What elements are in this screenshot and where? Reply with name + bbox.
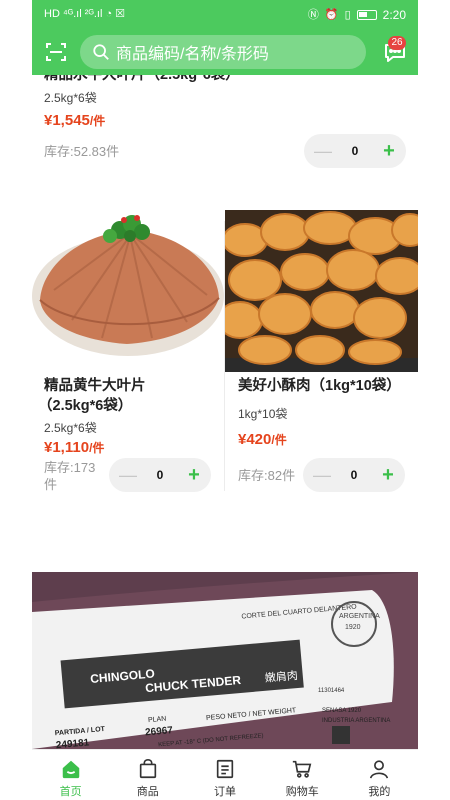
- bottom-tab-bar: 首页 商品 订单 购物车 我的: [32, 749, 418, 800]
- product-spec: 2.5kg*6袋: [44, 91, 97, 105]
- battery-icon: [356, 10, 377, 20]
- package-cn-name: 嫩肩肉: [264, 668, 298, 685]
- network-icons: HD ⁴ᴳ.ıl ²ᴳ.ıl ◔ ☒: [44, 8, 126, 20]
- price-unit: /件: [271, 433, 287, 447]
- price-line: ¥1,545/件: [44, 112, 105, 130]
- increase-button[interactable]: +: [382, 140, 396, 163]
- nfc-icon: Ⓝ: [307, 9, 319, 21]
- vibrate-icon: ▯: [344, 9, 351, 21]
- stock-text: 库存:173: [44, 460, 96, 475]
- product-stock: 库存:52.83件: [44, 144, 120, 159]
- crispy-pork-image: [225, 210, 418, 372]
- product-stock: 库存:173 件: [44, 459, 95, 493]
- package-code: 11301464: [318, 688, 345, 694]
- product-card[interactable]: 精品水牛大叶片（2.5kg*6袋） 2.5kg*6袋 ¥1,545/件 库存:5…: [32, 75, 418, 195]
- beef-tripe-image: [32, 215, 224, 356]
- product-spec: 2.5kg*6袋: [44, 421, 97, 435]
- status-bar: HD ⁴ᴳ.ıl ²ᴳ.ıl ◔ ☒ Ⓝ ⏰ ▯ 2:20: [32, 0, 418, 30]
- package-senasa: SENASA 1920: [322, 708, 362, 714]
- package-country: ARGENTINA: [339, 613, 380, 620]
- tab-label: 商品: [136, 786, 159, 798]
- product-price: ¥1,545: [44, 112, 90, 129]
- package-year: 1920: [345, 624, 361, 631]
- clock-time: 2:20: [382, 8, 406, 22]
- quantity-value[interactable]: 0: [352, 144, 359, 158]
- quantity-stepper: — 0 +: [304, 134, 406, 168]
- price-line: ¥1,110/件: [44, 439, 104, 457]
- scan-icon[interactable]: [44, 40, 68, 64]
- product-spec: 1kg*10袋: [238, 407, 288, 421]
- bag-icon: [139, 759, 156, 779]
- price-line: ¥420/件: [238, 431, 287, 449]
- package-industria: INDUSTRIA ARGENTINA: [322, 718, 390, 724]
- product-list[interactable]: 精品水牛大叶片（2.5kg*6袋） 2.5kg*6袋 ¥1,545/件 库存:5…: [32, 75, 418, 749]
- user-icon: [370, 760, 389, 779]
- quantity-value[interactable]: 0: [351, 468, 358, 482]
- status-right-icons: Ⓝ ⏰ ▯ 2:20: [308, 8, 406, 22]
- message-badge: 26: [388, 36, 406, 50]
- product-price: ¥1,110: [44, 439, 90, 456]
- product-card[interactable]: 精品黄牛大叶片 （2.5kg*6袋） 2.5kg*6袋 ¥1,110/件 库存:…: [32, 372, 224, 502]
- tab-home[interactable]: 首页: [32, 750, 109, 800]
- product-price: ¥420: [238, 431, 272, 448]
- product-image[interactable]: [32, 210, 225, 372]
- product-card[interactable]: 美好小酥肉（1kg*10袋） 1kg*10袋 ¥420/件 库存:82件 — 0…: [225, 372, 418, 502]
- product-stock: 库存:82件: [238, 468, 296, 483]
- search-input[interactable]: 商品编码/名称/条形码: [80, 35, 366, 69]
- quantity-stepper: — 0 +: [109, 458, 211, 492]
- quantity-value[interactable]: 0: [157, 468, 164, 482]
- product-name: 精品水牛大叶片（2.5kg*6袋）: [44, 75, 240, 83]
- home-icon: [62, 760, 79, 779]
- increase-button[interactable]: +: [381, 464, 395, 487]
- price-unit: /件: [89, 114, 106, 128]
- stock-unit: 件: [44, 477, 58, 492]
- product-name: 美好小酥肉（1kg*10袋）: [238, 378, 401, 394]
- search-placeholder: 商品编码/名称/条形码: [116, 46, 269, 63]
- search-row: 商品编码/名称/条形码: [32, 33, 418, 71]
- search-icon: [93, 44, 109, 60]
- product-image[interactable]: CHINGOLO CHUCK TENDER 嫩肩肉 CORTE DEL CUAR…: [32, 572, 418, 749]
- product-name-pack: （2.5kg*6袋）: [38, 398, 133, 414]
- tab-orders[interactable]: 订单: [186, 750, 263, 800]
- status-left-icons: HD ⁴ᴳ.ıl ²ᴳ.ıl ◔ ☒: [44, 8, 125, 20]
- increase-button[interactable]: +: [187, 464, 201, 487]
- decrease-button[interactable]: —: [313, 465, 331, 486]
- tab-label: 购物车: [285, 786, 319, 798]
- decrease-button[interactable]: —: [314, 141, 332, 162]
- decrease-button[interactable]: —: [119, 465, 137, 486]
- cart-icon: [293, 760, 312, 778]
- chuck-tender-package-image: CHINGOLO CHUCK TENDER 嫩肩肉 CORTE DEL CUAR…: [32, 572, 418, 749]
- tab-cart[interactable]: 购物车: [264, 750, 341, 800]
- tab-mine[interactable]: 我的: [341, 750, 418, 800]
- package-lot: 249181: [55, 737, 90, 749]
- tab-label: 我的: [368, 786, 391, 798]
- tab-products[interactable]: 商品: [109, 750, 186, 800]
- tab-label: 首页: [59, 786, 82, 798]
- product-name: 精品黄牛大叶片: [44, 378, 146, 394]
- tab-label: 订单: [214, 786, 236, 798]
- alarm-icon: ⏰: [324, 9, 339, 21]
- quantity-stepper: — 0 +: [303, 458, 405, 492]
- product-image[interactable]: [225, 210, 418, 372]
- app-header: HD ⁴ᴳ.ıl ²ᴳ.ıl ◔ ☒ Ⓝ ⏰ ▯ 2:20 商品编码/名称/条形: [32, 0, 418, 75]
- app-screen: HD ⁴ᴳ.ıl ²ᴳ.ıl ◔ ☒ Ⓝ ⏰ ▯ 2:20 商品编码/名称/条形: [0, 0, 450, 800]
- order-icon: [216, 759, 234, 779]
- price-unit: /件: [89, 441, 105, 455]
